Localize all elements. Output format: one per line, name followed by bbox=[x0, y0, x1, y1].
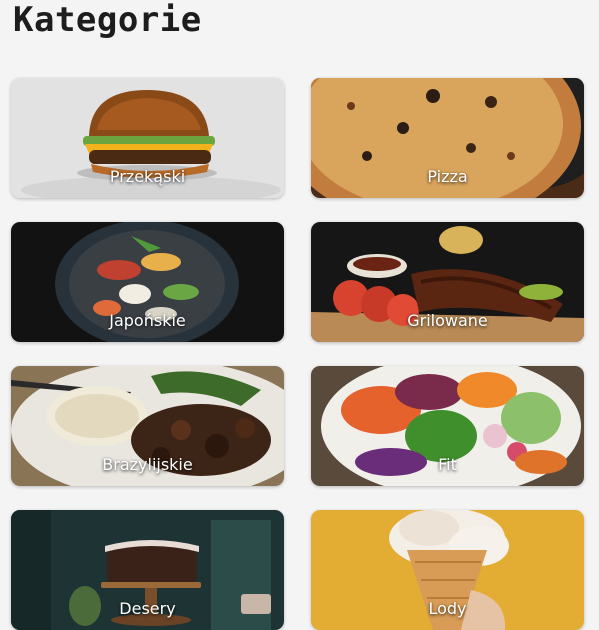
category-label: Lody bbox=[428, 599, 467, 618]
category-card-brazylijskie[interactable]: Brazylijskie bbox=[11, 366, 284, 486]
category-label: Desery bbox=[119, 599, 176, 618]
category-label: Fit bbox=[438, 455, 457, 474]
category-card-pizza[interactable]: Pizza bbox=[311, 78, 584, 198]
category-card-desery[interactable]: Desery bbox=[11, 510, 284, 630]
category-card-lody[interactable]: Lody bbox=[311, 510, 584, 630]
category-label: Pizza bbox=[427, 167, 468, 186]
category-label: Przekąski bbox=[109, 167, 186, 186]
category-card-grilowane[interactable]: Grilowane bbox=[311, 222, 584, 342]
category-card-japonskie[interactable]: Japońskie bbox=[11, 222, 284, 342]
category-label: Japońskie bbox=[109, 311, 186, 330]
category-label: Brazylijskie bbox=[102, 455, 193, 474]
category-card-fit[interactable]: Fit bbox=[311, 366, 584, 486]
category-grid: Przekąski Pizza Japońskie Grilowane Braz… bbox=[11, 78, 584, 630]
page-title: Kategorie bbox=[13, 0, 202, 40]
category-card-przekaski[interactable]: Przekąski bbox=[11, 78, 284, 198]
category-label: Grilowane bbox=[407, 311, 488, 330]
